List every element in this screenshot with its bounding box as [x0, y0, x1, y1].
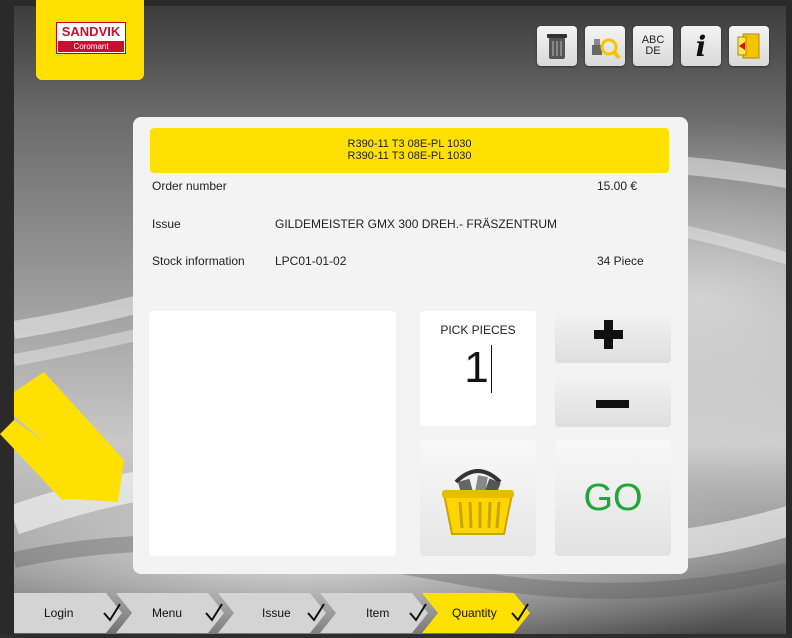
pick-pieces-box[interactable]: PICK PIECES 1 — [420, 311, 536, 426]
pick-pieces-label: PICK PIECES — [440, 323, 516, 337]
info-button[interactable]: i — [681, 26, 721, 66]
search-tool-icon — [592, 38, 621, 60]
item-title-line1: R390-11 T3 08E-PL 1030 — [347, 138, 472, 150]
keyboard-abc-icon: ABC DE — [641, 34, 665, 57]
breadcrumb-step-menu[interactable]: Menu — [116, 593, 226, 633]
exit-button[interactable] — [729, 26, 769, 66]
item-title-bar: R390-11 T3 08E-PL 1030 R390-11 T3 08E-PL… — [150, 128, 669, 173]
breadcrumb-step-issue[interactable]: Issue — [218, 593, 328, 633]
keyboard-button[interactable]: ABC DE — [633, 26, 673, 66]
issue-value: GILDEMEISTER GMX 300 DREH.- FRÄSZENTRUM — [275, 217, 558, 231]
item-image-area — [149, 311, 396, 556]
info-icon: i — [695, 29, 707, 63]
breadcrumb: Login Menu Issue Item Quantity — [14, 593, 534, 633]
search-tool-button[interactable] — [585, 26, 625, 66]
breadcrumb-step-item[interactable]: Item — [320, 593, 430, 633]
order-number-label: Order number — [152, 179, 227, 193]
plus-icon — [594, 320, 623, 349]
trash-bin-icon — [547, 34, 567, 59]
logo-top-text: SANDVIK — [61, 24, 121, 39]
basket-icon — [442, 469, 514, 535]
price-value: 15.00 € — [597, 179, 638, 193]
breadcrumb-step-quantity[interactable]: Quantity — [422, 593, 532, 633]
increment-button[interactable] — [555, 311, 671, 363]
frame-right — [786, 0, 792, 634]
stock-info-label: Stock information — [152, 254, 245, 268]
item-panel: R390-11 T3 08E-PL 1030 R390-11 T3 08E-PL… — [133, 117, 688, 574]
issue-label: Issue — [152, 217, 181, 231]
logo-tab: SANDVIK Coromant — [36, 0, 144, 80]
yellow-arrow-icon — [0, 372, 124, 502]
logo-bottom-text: Coromant — [58, 41, 124, 52]
go-button[interactable]: GO — [555, 440, 671, 556]
exit-door-icon — [737, 33, 760, 59]
item-title-line2: R390-11 T3 08E-PL 1030 — [347, 150, 472, 162]
breadcrumb-step-login[interactable]: Login — [14, 593, 124, 633]
trash-bin-button[interactable] — [537, 26, 577, 66]
add-to-basket-button[interactable] — [420, 440, 536, 556]
sandvik-logo: SANDVIK Coromant — [56, 22, 126, 54]
pick-pieces-input[interactable]: 1 — [420, 343, 536, 393]
minus-icon — [596, 400, 629, 408]
decrement-button[interactable] — [555, 375, 671, 427]
stock-quantity: 34 Piece — [597, 254, 644, 268]
stock-location: LPC01-01-02 — [275, 254, 347, 268]
text-caret — [490, 345, 492, 393]
frame-left — [0, 0, 14, 634]
